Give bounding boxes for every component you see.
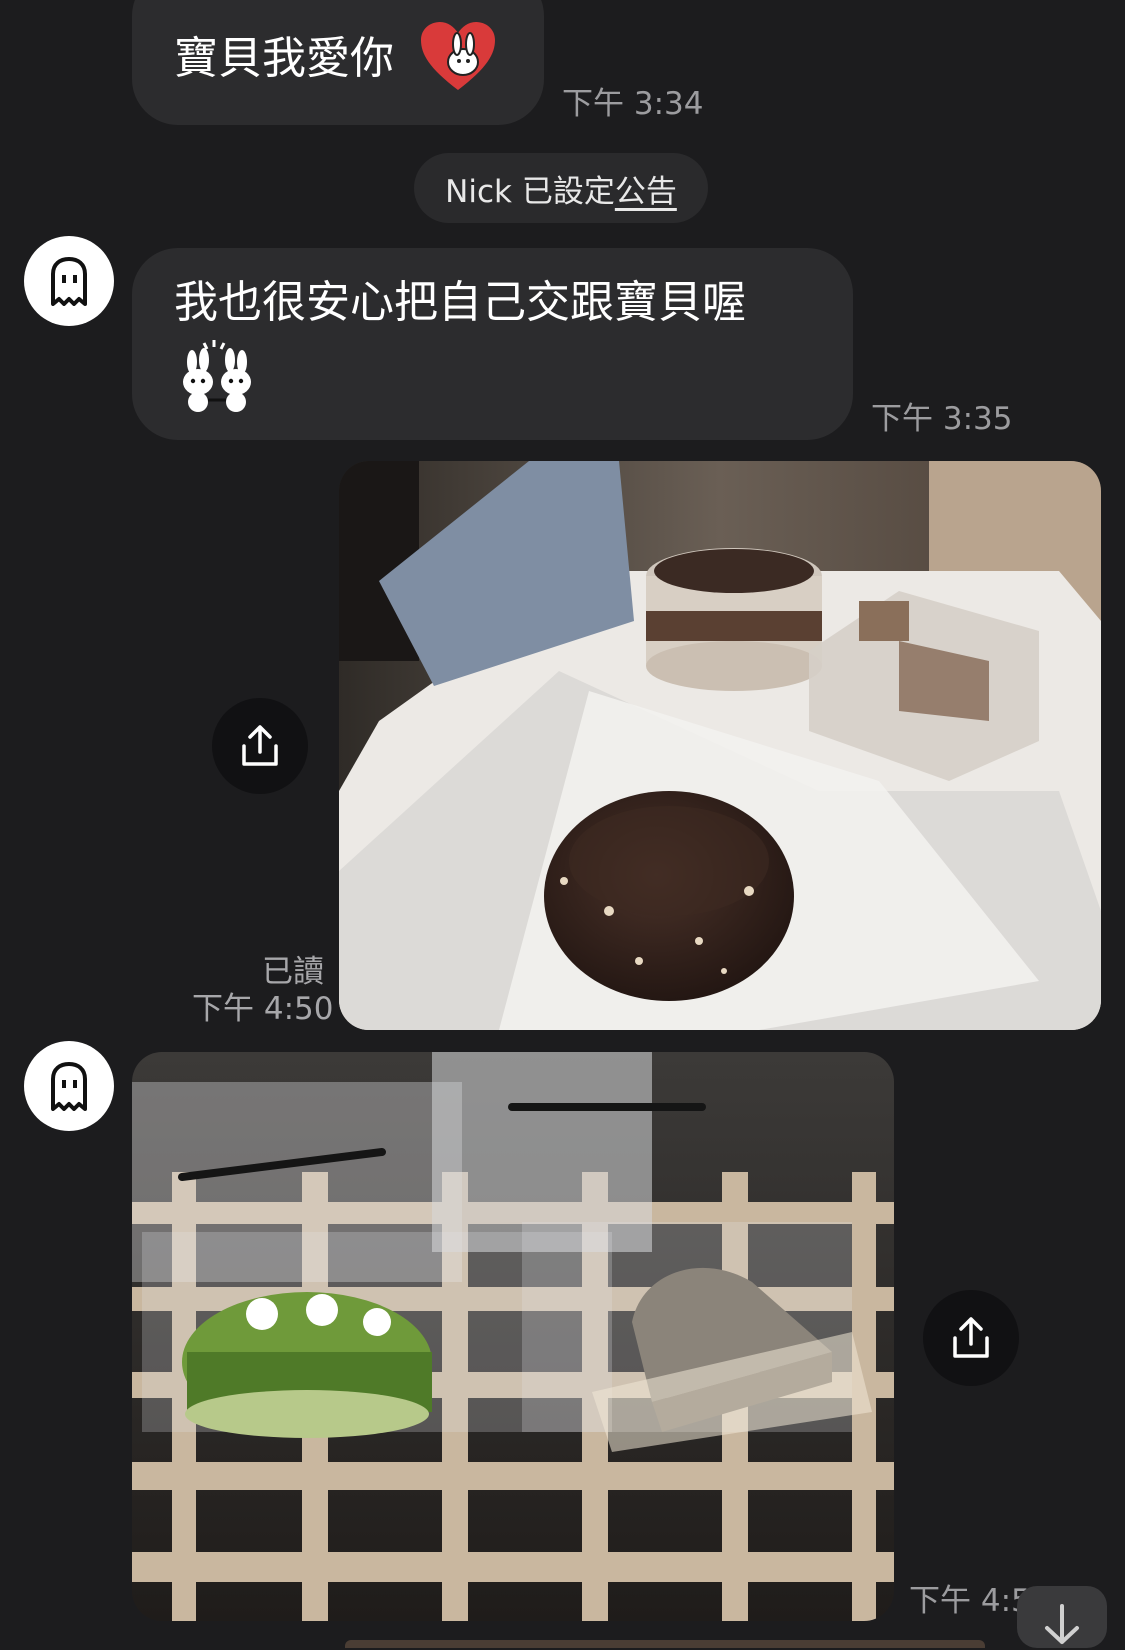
contact-avatar-2[interactable] xyxy=(24,1041,114,1131)
next-message-peek xyxy=(345,1640,985,1648)
photo-desserts-2[interactable] xyxy=(132,1052,894,1621)
share-button-2[interactable] xyxy=(923,1290,1019,1386)
share-icon xyxy=(953,1317,989,1358)
desserts-photo-image xyxy=(339,461,1101,1030)
arrow-down-icon xyxy=(1045,1604,1079,1644)
ghost-icon xyxy=(51,1062,87,1111)
share-button-1[interactable] xyxy=(212,698,308,794)
timestamp-2: 下午 3:35 xyxy=(871,401,1013,437)
share-icon xyxy=(242,725,278,766)
photo-desserts-1[interactable] xyxy=(339,461,1101,1030)
cakes-photo-image xyxy=(132,1052,894,1621)
ghost-icon xyxy=(51,257,87,306)
timestamp-3: 下午 4:50 xyxy=(192,991,334,1027)
bunny-pair-sticker-icon xyxy=(183,340,251,412)
scroll-to-bottom-button[interactable] xyxy=(1017,1586,1107,1648)
timestamp-4: 下午 4:5 xyxy=(909,1583,1031,1619)
message-text-1: 寶貝我愛你 xyxy=(174,33,394,84)
timestamp-1: 下午 3:34 xyxy=(562,86,704,122)
system-announcement[interactable]: Nick 已設定 公告 xyxy=(414,153,708,223)
message-text-2: 我也很安心把自己交跟寶貝喔 xyxy=(174,277,746,328)
message-bubble-1[interactable]: 寶貝我愛你 xyxy=(132,0,544,125)
system-announcement-prefix: Nick 已設定 xyxy=(445,173,615,210)
heart-bunny-sticker-icon xyxy=(421,22,495,90)
message-bubble-2[interactable]: 我也很安心把自己交跟寶貝喔 xyxy=(132,248,853,440)
announcement-link[interactable]: 公告 xyxy=(615,166,677,211)
contact-avatar[interactable] xyxy=(24,236,114,326)
